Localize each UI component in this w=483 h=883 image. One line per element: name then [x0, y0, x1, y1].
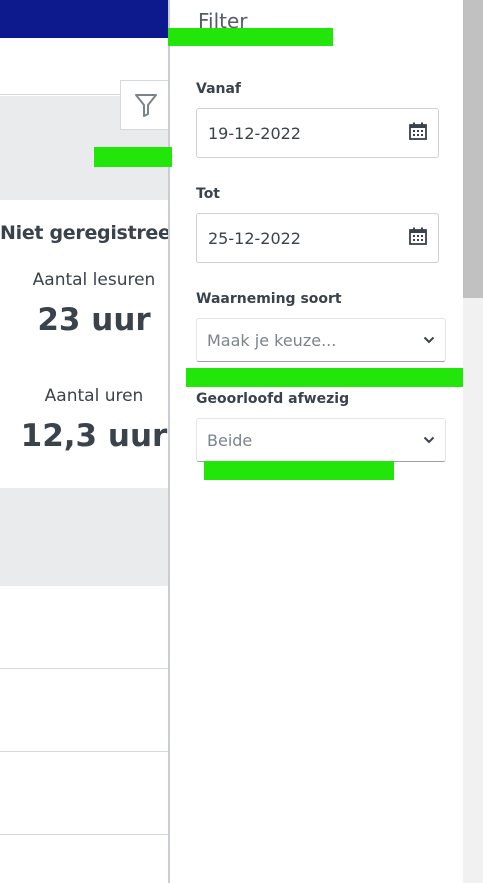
- stat-value-uren: 12,3 uur: [20, 418, 168, 454]
- gray-band-2: [0, 488, 168, 586]
- filter-toggle-button[interactable]: [120, 80, 170, 130]
- redaction-mark: [186, 368, 463, 387]
- background-page: Niet geregistreerd Aantal lesuren 23 uur…: [0, 0, 168, 883]
- geoorloofd-afwezig-select[interactable]: Beide: [196, 418, 446, 462]
- redaction-mark: [204, 461, 394, 480]
- list-row[interactable]: [0, 669, 168, 752]
- redaction-mark: [94, 147, 172, 167]
- list-row[interactable]: [0, 835, 168, 883]
- tot-date-input[interactable]: 25-12-2022: [196, 213, 439, 263]
- geoorloofd-afwezig-value: Beide: [207, 431, 253, 450]
- filter-icon: [134, 94, 157, 117]
- list-row[interactable]: [0, 586, 168, 669]
- vanaf-date-input[interactable]: 19-12-2022: [196, 108, 439, 158]
- scrollbar-thumb[interactable]: [463, 0, 483, 298]
- stat-label-uren: Aantal uren: [44, 386, 144, 406]
- card-title: Niet geregistreerd: [0, 222, 168, 244]
- app-header: [0, 0, 168, 38]
- waarneming-soort-select[interactable]: Maak je keuze...: [196, 318, 446, 362]
- list-row[interactable]: [0, 752, 168, 835]
- filter-panel: Filter Vanaf 19-12-2022 Tot 25-12-2022 W…: [168, 0, 463, 883]
- tot-value: 25-12-2022: [208, 229, 301, 248]
- redaction-mark: [168, 28, 333, 46]
- waarneming-soort-placeholder: Maak je keuze...: [207, 331, 337, 350]
- chevron-down-icon: [423, 436, 435, 444]
- geoorloofd-afwezig-label: Geoorloofd afwezig: [196, 391, 350, 407]
- vanaf-label: Vanaf: [196, 81, 242, 97]
- stat-value-lesuren: 23 uur: [37, 302, 151, 338]
- chevron-down-icon: [423, 336, 435, 344]
- calendar-icon[interactable]: [408, 121, 428, 141]
- calendar-icon[interactable]: [408, 226, 428, 246]
- stat-label-lesuren: Aantal lesuren: [32, 270, 156, 290]
- tot-label: Tot: [196, 186, 221, 202]
- waarneming-soort-label: Waarneming soort: [196, 291, 342, 307]
- vanaf-value: 19-12-2022: [208, 124, 301, 143]
